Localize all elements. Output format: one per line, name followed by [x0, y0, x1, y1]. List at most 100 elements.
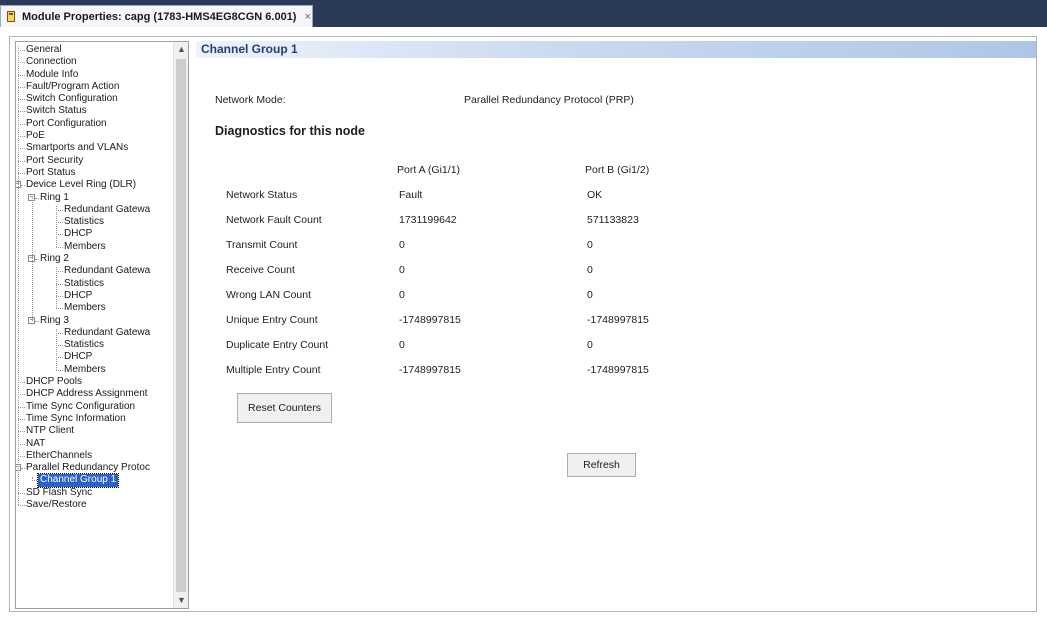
port-b-value: 571133823 [587, 214, 639, 226]
tree-item-label: DHCP [64, 351, 93, 363]
tree-item-label: SD Flash Sync [26, 486, 93, 498]
tree-item-label: EtherChannels [26, 449, 93, 461]
port-b-value: -1748997815 [587, 314, 649, 326]
tree-item[interactable]: − Ring 1 [16, 192, 174, 204]
tree-item[interactable]: Members [16, 241, 174, 253]
tree-item[interactable]: Redundant Gatewa [16, 204, 174, 216]
tree-item-label: NAT [26, 437, 46, 449]
tree-item[interactable]: Module Info [16, 69, 174, 81]
module-icon [6, 10, 17, 23]
tree-item[interactable]: Time Sync Information [16, 413, 174, 425]
tree-item-label: Members [64, 240, 106, 252]
tree-item-label: Redundant Gatewa [64, 265, 151, 277]
tree-item-label: Ring 3 [40, 314, 69, 326]
tree-item[interactable]: − Ring 2 [16, 253, 174, 265]
tree-item[interactable]: − Ring 3 [16, 315, 174, 327]
network-mode-label: Network Mode: [215, 94, 286, 106]
tree-item-label: DHCP [64, 228, 93, 240]
tree-item-label: Connection [26, 56, 77, 68]
scroll-up-icon[interactable]: ▲ [174, 42, 188, 57]
tree-item-label: Channel Group 1 [36, 473, 120, 488]
tree-item-label: NTP Client [26, 425, 75, 437]
document-tab[interactable]: Module Properties: capg (1783-HMS4EG8CGN… [0, 5, 313, 27]
tree-item-label: Save/Restore [26, 498, 87, 510]
tree-item[interactable]: General [16, 44, 174, 56]
tree-item-label: Statistics [64, 277, 105, 289]
tree-item-label: Module Info [26, 68, 79, 80]
close-tab-icon[interactable]: × [304, 11, 310, 23]
tree-item[interactable]: DHCP [16, 290, 174, 302]
port-a-value: 0 [399, 289, 405, 301]
tree-item[interactable]: Switch Configuration [16, 93, 174, 105]
tree-item[interactable]: NAT [16, 438, 174, 450]
tree-item[interactable]: Smartports and VLANs [16, 142, 174, 154]
port-a-value: 0 [399, 239, 405, 251]
tree-item-label: DHCP Pools [26, 376, 82, 388]
tree-item[interactable]: Channel Group 1 [16, 473, 174, 488]
tree-item[interactable]: DHCP [16, 228, 174, 240]
port-b-value: 0 [587, 239, 593, 251]
tree-item[interactable]: Redundant Gatewa [16, 265, 174, 277]
tree-item-label: PoE [26, 130, 45, 142]
port-b-value: 0 [587, 264, 593, 276]
diag-row-label: Receive Count [226, 264, 295, 276]
diagnostics-heading: Diagnostics for this node [215, 124, 366, 138]
scroll-thumb[interactable] [176, 59, 186, 592]
scroll-down-icon[interactable]: ▼ [174, 593, 188, 608]
reset-counters-button[interactable]: Reset Counters [237, 393, 332, 423]
tree-item[interactable]: Fault/Program Action [16, 81, 174, 93]
port-a-value: -1748997815 [399, 314, 461, 326]
port-b-value: OK [587, 189, 603, 201]
tree-item[interactable]: Members [16, 364, 174, 376]
port-a-value: -1748997815 [399, 364, 461, 376]
tree-item[interactable]: EtherChannels [16, 450, 174, 462]
page-title: Channel Group 1 [196, 41, 1036, 58]
diag-row-label: Network Status [226, 189, 298, 201]
tree-item-label: Statistics [64, 339, 105, 351]
tree-item[interactable]: PoE [16, 130, 174, 142]
tree-item[interactable]: Port Security [16, 155, 174, 167]
tree-item-label: Time Sync Configuration [26, 400, 136, 412]
tree-item-label: Smartports and VLANs [26, 142, 129, 154]
port-a-value: 0 [399, 339, 405, 351]
tree-item-label: Port Configuration [26, 117, 107, 129]
tree-item-label: Ring 2 [40, 253, 69, 265]
tree-item[interactable]: Time Sync Configuration [16, 401, 174, 413]
tree-item[interactable]: Port Configuration [16, 118, 174, 130]
tree-item[interactable]: Members [16, 302, 174, 314]
tree-item-label: DHCP Address Assignment [26, 388, 148, 400]
network-mode-value: Parallel Redundancy Protocol (PRP) [464, 94, 634, 106]
refresh-button[interactable]: Refresh [567, 453, 636, 477]
tree-item[interactable]: DHCP Pools [16, 376, 174, 388]
tree-item[interactable]: Switch Status [16, 105, 174, 117]
category-tree: General Connection Module Info Fault/Progra… [15, 41, 189, 609]
tree-item[interactable]: Statistics [16, 216, 174, 228]
tree-item-label: DHCP [64, 289, 93, 301]
tree-item[interactable]: NTP Client [16, 425, 174, 437]
tree-item-label: Members [64, 363, 106, 375]
tree-item-label: Redundant Gatewa [64, 326, 151, 338]
tree-item[interactable]: Redundant Gatewa [16, 327, 174, 339]
diag-row-label: Network Fault Count [226, 214, 322, 226]
tree-item[interactable]: Port Status [16, 167, 174, 179]
port-b-value: 0 [587, 289, 593, 301]
tree-item-label: General [26, 44, 62, 55]
tree-item-label: Device Level Ring (DLR) [26, 179, 137, 191]
diag-row-label: Unique Entry Count [226, 314, 318, 326]
tree-item-label: Port Status [26, 166, 76, 178]
tree-item[interactable]: Statistics [16, 339, 174, 351]
tree-item[interactable]: − Parallel Redundancy Protoc [16, 462, 174, 474]
tree-item[interactable]: SD Flash Sync [16, 487, 174, 499]
tree-item[interactable]: DHCP [16, 351, 174, 363]
tree-item-label: Switch Status [26, 105, 87, 117]
tree-scrollbar[interactable]: ▲ ▼ [173, 42, 188, 608]
tree-item-label: Parallel Redundancy Protoc [26, 462, 150, 474]
diag-row-label: Wrong LAN Count [226, 289, 312, 301]
tree-item[interactable]: Statistics [16, 278, 174, 290]
tree-item-label: Switch Configuration [26, 93, 118, 105]
tree-item[interactable]: − Device Level Ring (DLR) [16, 179, 174, 191]
tree-item[interactable]: DHCP Address Assignment [16, 388, 174, 400]
tree-item[interactable]: Connection [16, 56, 174, 68]
tree-item[interactable]: Save/Restore [16, 499, 174, 511]
tree-list: General Connection Module Info Fault/Progra… [16, 44, 174, 511]
